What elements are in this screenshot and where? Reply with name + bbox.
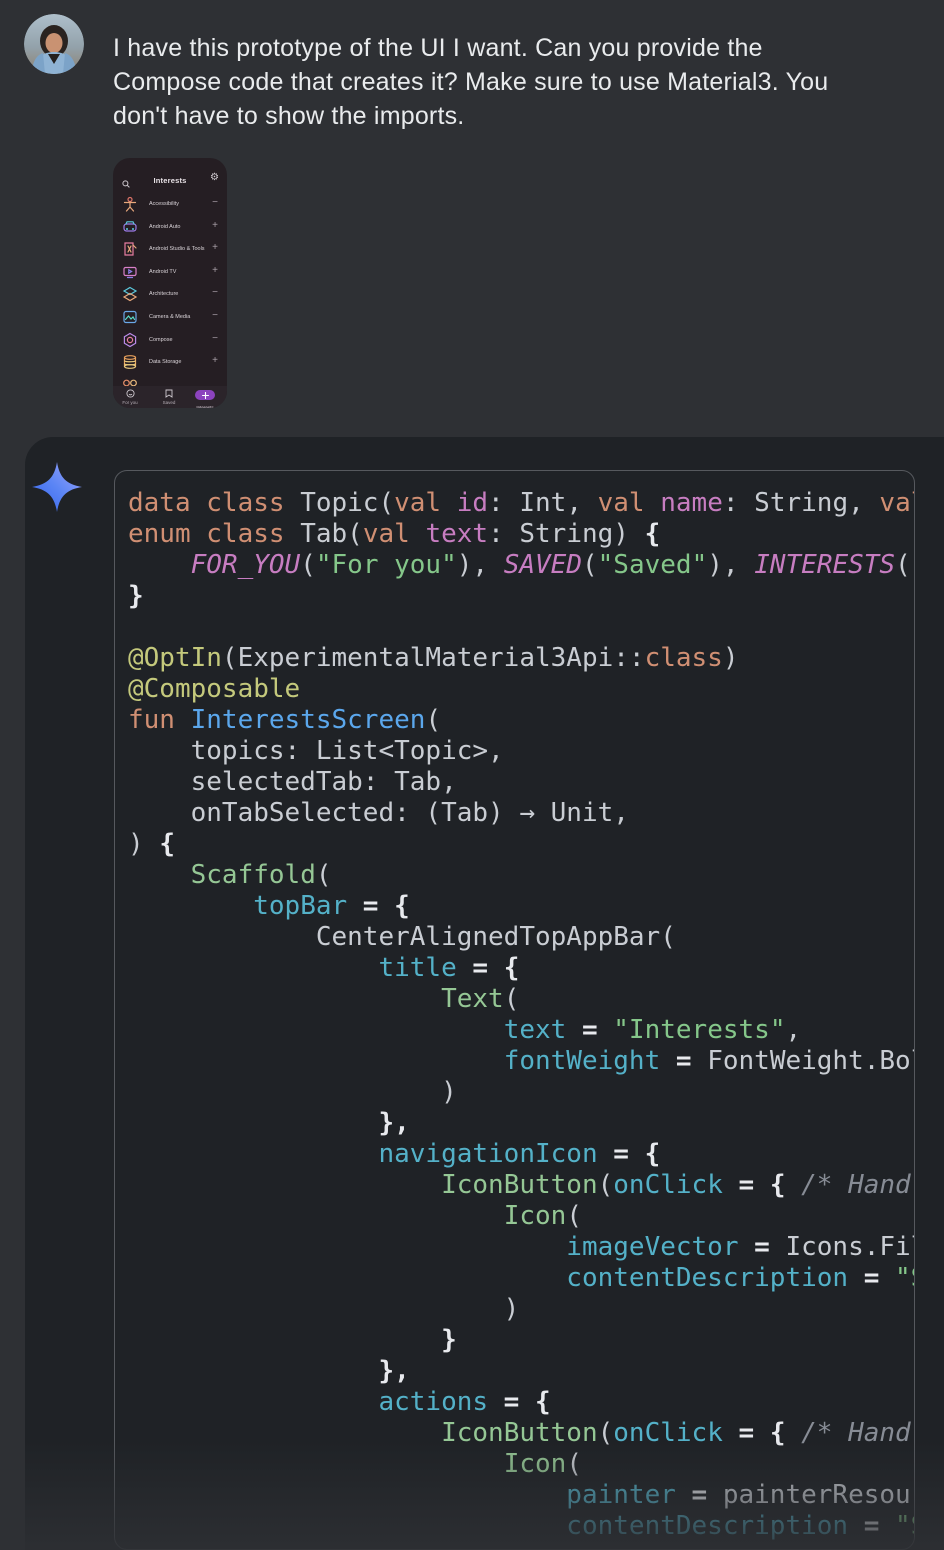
storage-icon	[122, 354, 138, 370]
topic-label: Architecture	[149, 291, 178, 297]
code-line: contentDescription = "S	[128, 1511, 914, 1542]
topic-label: Accessibility	[149, 201, 179, 207]
accessibility-icon	[122, 196, 138, 212]
topic-row[interactable]: Camera & Media −	[122, 307, 220, 329]
topic-label: Android Studio & Tools	[149, 246, 205, 252]
code-line: Icon(	[128, 1449, 914, 1480]
code-line: IconButton(onClick = { /* Handl	[128, 1170, 914, 1201]
code-line: selectedTab: Tab,	[128, 767, 914, 798]
topic-row[interactable]: Android TV +	[122, 262, 220, 284]
code-line: imageVector = Icons.Fill	[128, 1232, 914, 1263]
phone-bottom-nav: For you SavedInterests	[113, 386, 227, 408]
for-you-icon	[113, 388, 147, 399]
code-line: FOR_YOU("For you"), SAVED("Saved"), INTE…	[128, 550, 914, 581]
code-line: actions = {	[128, 1387, 914, 1418]
topic-toggle-button[interactable]: +	[212, 242, 218, 253]
code-line: data class Topic(val id: Int, val name: …	[128, 488, 914, 519]
topic-row[interactable]: Android Studio & Tools +	[122, 239, 220, 261]
code-line: )	[128, 1077, 914, 1108]
tools-icon	[122, 241, 138, 257]
chat-page: { "palette": { "page_bg": "#2E3034", "bu…	[0, 0, 944, 1550]
attachment-phone-thumbnail[interactable]: Interests ⚙ Accessibility−Android Auto+A…	[113, 158, 227, 408]
topic-row[interactable]: Accessibility −	[122, 194, 220, 216]
code-line: Text(	[128, 984, 914, 1015]
tv-icon	[122, 264, 138, 280]
code-line: navigationIcon = {	[128, 1139, 914, 1170]
user-avatar	[24, 14, 84, 74]
topic-label: Data Storage	[149, 359, 181, 365]
user-message-line: don't have to show the imports.	[113, 99, 913, 133]
topic-row[interactable]: Compose −	[122, 330, 220, 352]
settings-gear-icon: ⚙	[210, 173, 219, 183]
code-line: fontWeight = FontWeight.Bol	[128, 1046, 914, 1077]
nav-label: For you	[113, 400, 147, 405]
code-line: @OptIn(ExperimentalMaterial3Api::class)	[128, 643, 914, 674]
code-line	[128, 612, 914, 643]
nav-item-interests[interactable]: Interests	[188, 386, 222, 408]
nav-item-for-you[interactable]: For you	[113, 386, 147, 405]
topic-row[interactable]: Android Auto +	[122, 217, 220, 239]
code-line: contentDescription = "S	[128, 1263, 914, 1294]
topic-toggle-button[interactable]: −	[212, 333, 218, 344]
code-line: CenterAlignedTopAppBar(	[128, 922, 914, 953]
code-line: fun InterestsScreen(	[128, 705, 914, 736]
nav-label: Saved	[152, 400, 186, 405]
assistant-sparkle-icon	[31, 461, 83, 513]
topic-toggle-button[interactable]: +	[212, 355, 218, 366]
topic-label: Android TV	[149, 269, 176, 275]
topic-toggle-button[interactable]: −	[212, 197, 218, 208]
code-line: }	[128, 581, 914, 612]
compose-icon	[122, 332, 138, 348]
architecture-icon	[122, 286, 138, 302]
code-line: @Composable	[128, 674, 914, 705]
code-block[interactable]: data class Topic(val id: Int, val name: …	[114, 470, 915, 1550]
phone-topbar: Interests ⚙	[113, 174, 227, 190]
nav-item-saved[interactable]: Saved	[152, 386, 186, 405]
code-line: onTabSelected: (Tab) → Unit,	[128, 798, 914, 829]
code-line: title = {	[128, 953, 914, 984]
topic-toggle-button[interactable]: +	[212, 265, 218, 276]
user-message-line: Compose code that creates it? Make sure …	[113, 65, 913, 99]
selected-pill	[195, 390, 215, 400]
code-line: IconButton(onClick = { /* Handl	[128, 1418, 914, 1449]
code-line: text = "Interests",	[128, 1015, 914, 1046]
saved-icon	[152, 388, 186, 399]
topic-row[interactable]: Data Storage +	[122, 352, 220, 374]
topic-label: Camera & Media	[149, 314, 190, 320]
topic-row[interactable]: Architecture −	[122, 284, 220, 306]
code-line: )	[128, 1294, 914, 1325]
user-message-text: I have this prototype of the UI I want. …	[113, 31, 913, 133]
code-line: ) {	[128, 829, 914, 860]
code-line: Scaffold(	[128, 860, 914, 891]
code-line: },	[128, 1108, 914, 1139]
topic-label: Compose	[149, 337, 173, 343]
code-line: Icon(	[128, 1201, 914, 1232]
code-line: topics: List<Topic>,	[128, 736, 914, 767]
topic-toggle-button[interactable]: −	[212, 310, 218, 321]
topic-toggle-button[interactable]: +	[212, 220, 218, 231]
nav-label: Interests	[188, 405, 222, 408]
camera-icon	[122, 309, 138, 325]
topic-toggle-button[interactable]: −	[212, 287, 218, 298]
code-line: },	[128, 1356, 914, 1387]
code-content: data class Topic(val id: Int, val name: …	[128, 488, 914, 1542]
topic-label: Android Auto	[149, 224, 181, 230]
code-line: painter = painterResour	[128, 1480, 914, 1511]
code-line: enum class Tab(val text: String) {	[128, 519, 914, 550]
car-icon	[122, 219, 138, 235]
user-message-line: I have this prototype of the UI I want. …	[113, 31, 913, 65]
code-line: }	[128, 1325, 914, 1356]
code-line: topBar = {	[128, 891, 914, 922]
